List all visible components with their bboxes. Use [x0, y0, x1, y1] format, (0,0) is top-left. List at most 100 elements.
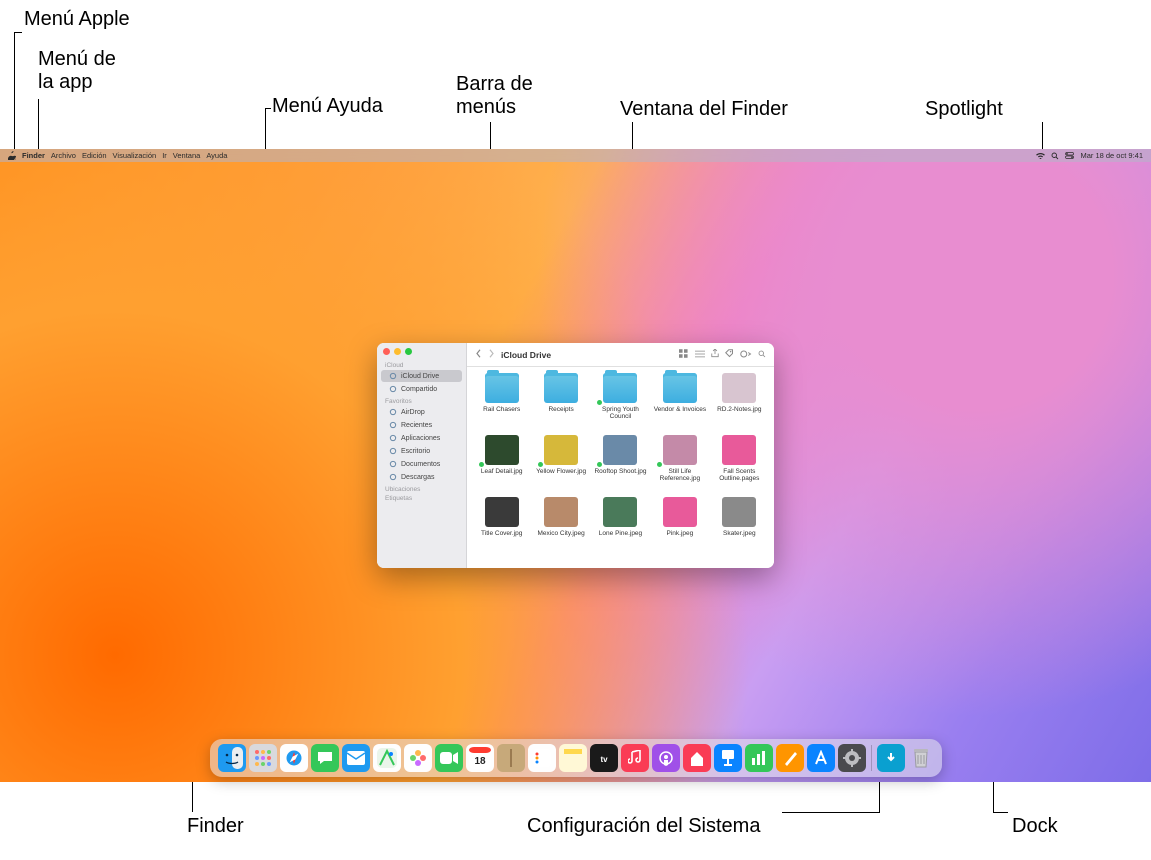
- zoom-button[interactable]: [405, 348, 412, 355]
- svg-text:18: 18: [474, 756, 486, 767]
- dock-safari-icon[interactable]: [280, 744, 308, 772]
- menubar-datetime[interactable]: Mar 18 de oct 9:41: [1080, 151, 1143, 160]
- dock-tv-icon[interactable]: tv: [590, 744, 618, 772]
- file-item[interactable]: Still Life Reference.jpg: [651, 435, 708, 493]
- file-label: Rooftop Shoot.jpg: [594, 468, 646, 475]
- file-label: Spring Youth Council: [592, 406, 648, 420]
- file-label: Receipts: [548, 406, 573, 413]
- callout-dock: Dock: [1012, 815, 1058, 838]
- dock-appstore-icon[interactable]: [807, 744, 835, 772]
- sidebar-item-aplicaciones[interactable]: Aplicaciones: [381, 432, 462, 444]
- control-center-icon[interactable]: [1065, 152, 1074, 159]
- sidebar-item-label: Documentos: [401, 461, 440, 468]
- file-item[interactable]: Mexico City.jpeg: [532, 497, 589, 555]
- dock: 18 tv: [210, 739, 942, 777]
- file-item[interactable]: Lone Pine.jpeg: [592, 497, 649, 555]
- tag-icon[interactable]: [725, 349, 734, 360]
- wifi-icon[interactable]: [1036, 152, 1045, 159]
- menu-visualizacion[interactable]: Visualización: [113, 151, 157, 160]
- callout-finder-window: Ventana del Finder: [620, 98, 788, 121]
- minimize-button[interactable]: [394, 348, 401, 355]
- file-item[interactable]: Title Cover.jpg: [473, 497, 530, 555]
- dock-numbers-icon[interactable]: [745, 744, 773, 772]
- file-label: Mexico City.jpeg: [537, 530, 584, 537]
- file-item[interactable]: Rail Chasers: [473, 373, 530, 431]
- callout-finder: Finder: [187, 815, 244, 838]
- file-item[interactable]: Leaf Detail.jpg: [473, 435, 530, 493]
- dock-mail-icon[interactable]: [342, 744, 370, 772]
- file-label: Still Life Reference.jpg: [652, 468, 708, 482]
- menu-archivo[interactable]: Archivo: [51, 151, 76, 160]
- file-item[interactable]: Rooftop Shoot.jpg: [592, 435, 649, 493]
- dock-calendar-icon[interactable]: 18: [466, 744, 494, 772]
- sidebar-item-escritorio[interactable]: Escritorio: [381, 445, 462, 457]
- file-label: Yellow Flower.jpg: [536, 468, 586, 475]
- dock-trash-icon[interactable]: [908, 744, 934, 772]
- callout-app-menu: Menú de la app: [38, 48, 116, 94]
- sidebar-item-documentos[interactable]: Documentos: [381, 458, 462, 470]
- dock-keynote-icon[interactable]: [714, 744, 742, 772]
- action-icon[interactable]: [740, 350, 752, 360]
- sidebar-item-recientes[interactable]: Recientes: [381, 419, 462, 431]
- sidebar-item-compartido[interactable]: Compartido: [381, 383, 462, 395]
- dock-downloads-icon[interactable]: [877, 744, 905, 772]
- apple-menu-icon[interactable]: [8, 151, 16, 160]
- dock-reminders-icon[interactable]: [528, 744, 556, 772]
- dock-system-settings-icon[interactable]: [838, 744, 866, 772]
- sidebar-item-label: AirDrop: [401, 409, 425, 416]
- spotlight-icon[interactable]: [1051, 152, 1059, 160]
- file-item[interactable]: Skater.jpeg: [711, 497, 768, 555]
- file-item[interactable]: Vendor & Invoices: [651, 373, 708, 431]
- file-label: RD.2-Notes.jpg: [717, 406, 761, 413]
- back-button[interactable]: [475, 349, 482, 360]
- svg-text:tv: tv: [600, 755, 608, 764]
- file-label: Rail Chasers: [483, 406, 520, 413]
- dock-facetime-icon[interactable]: [435, 744, 463, 772]
- file-label: Title Cover.jpg: [481, 530, 522, 537]
- dock-finder-icon[interactable]: [218, 744, 246, 772]
- finder-title: iCloud Drive: [501, 350, 551, 360]
- group-icon[interactable]: [695, 350, 705, 360]
- close-button[interactable]: [383, 348, 390, 355]
- file-item[interactable]: Receipts: [532, 373, 589, 431]
- sidebar-item-descargas[interactable]: Descargas: [381, 471, 462, 483]
- search-icon[interactable]: [758, 350, 766, 360]
- file-item[interactable]: Pink.jpeg: [651, 497, 708, 555]
- file-label: Fall Scents Outline.pages: [711, 468, 767, 482]
- dock-music-icon[interactable]: [621, 744, 649, 772]
- dock-notes-icon[interactable]: [559, 744, 587, 772]
- dock-pages-icon[interactable]: [776, 744, 804, 772]
- file-item[interactable]: RD.2-Notes.jpg: [711, 373, 768, 431]
- sidebar-item-label: Descargas: [401, 474, 434, 481]
- dock-podcasts-icon[interactable]: [652, 744, 680, 772]
- dock-launchpad-icon[interactable]: [249, 744, 277, 772]
- dock-photos-icon[interactable]: [404, 744, 432, 772]
- finder-window: iCloudiCloud DriveCompartidoFavoritosAir…: [377, 343, 774, 568]
- share-icon[interactable]: [711, 349, 719, 360]
- dock-messages-icon[interactable]: [311, 744, 339, 772]
- sidebar-header: iCloud: [377, 360, 466, 369]
- menu-ir[interactable]: Ir: [162, 151, 167, 160]
- sidebar-item-icloud-drive[interactable]: iCloud Drive: [381, 370, 462, 382]
- sidebar-item-airdrop[interactable]: AirDrop: [381, 406, 462, 418]
- file-item[interactable]: Fall Scents Outline.pages: [711, 435, 768, 493]
- sidebar-header: Etiquetas: [377, 493, 466, 502]
- finder-file-grid: Rail Chasers Receipts Spring Youth Council…: [467, 367, 774, 568]
- file-label: Pink.jpeg: [667, 530, 694, 537]
- file-item[interactable]: Spring Youth Council: [592, 373, 649, 431]
- sidebar-item-label: iCloud Drive: [401, 373, 439, 380]
- app-menu[interactable]: Finder: [22, 151, 45, 160]
- file-item[interactable]: Yellow Flower.jpg: [532, 435, 589, 493]
- menu-ventana[interactable]: Ventana: [173, 151, 201, 160]
- callout-help-menu: Menú Ayuda: [272, 95, 383, 118]
- menu-edicion[interactable]: Edición: [82, 151, 107, 160]
- dock-news-icon[interactable]: [683, 744, 711, 772]
- callout-system-settings: Configuración del Sistema: [527, 815, 760, 838]
- view-icon-grid-icon[interactable]: [679, 349, 689, 360]
- menu-ayuda[interactable]: Ayuda: [206, 151, 227, 160]
- dock-maps-icon[interactable]: [373, 744, 401, 772]
- dock-contacts-icon[interactable]: [497, 744, 525, 772]
- file-label: Skater.jpeg: [723, 530, 756, 537]
- callout-menu-bar: Barra de menús: [456, 73, 533, 119]
- forward-button[interactable]: [488, 349, 495, 360]
